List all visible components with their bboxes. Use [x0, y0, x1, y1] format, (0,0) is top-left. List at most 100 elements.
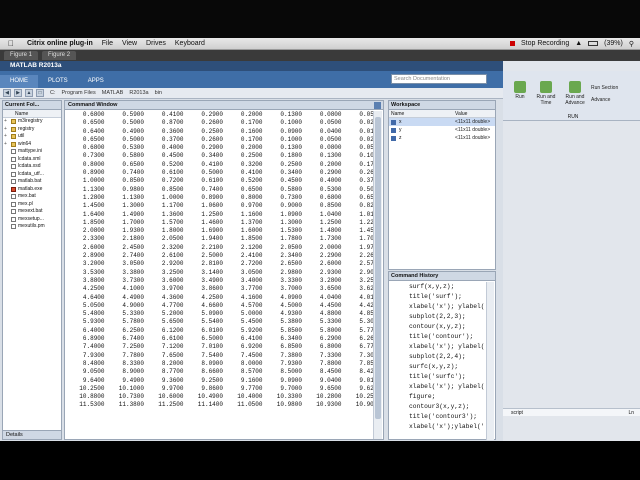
history-entry[interactable]: surfc(x,y,z);: [389, 362, 487, 372]
menu-drives[interactable]: Drives: [146, 40, 166, 47]
expand-icon[interactable]: +: [3, 133, 8, 141]
output-value: 3.8600: [201, 285, 223, 293]
menu-app-name[interactable]: Citrix online plug-in: [27, 40, 93, 47]
output-value: 6.2900: [319, 335, 342, 343]
variable-value: <11x11 double>: [455, 127, 491, 133]
output-value: 0.2000: [240, 144, 263, 152]
breadcrumb-drive[interactable]: C:: [50, 90, 56, 96]
search-documentation-input[interactable]: Search Documentation: [391, 74, 487, 84]
top-background: [0, 0, 640, 38]
command-window-output[interactable]: 0.6800 0.5900 0.4100 0.2900 0.2000 0.1300 0.08…: [65, 111, 373, 439]
file-item[interactable]: mex.pl: [3, 201, 61, 209]
tab-figure-2[interactable]: Figure 2: [42, 51, 77, 60]
output-value: 10.4900: [197, 393, 223, 401]
history-entry[interactable]: figure;: [389, 392, 487, 402]
breadcrumb-program-files[interactable]: Program Files: [62, 90, 96, 96]
output-value: 11.5300: [79, 401, 105, 409]
history-entry[interactable]: xlabel('x'); ylabel(': [389, 302, 487, 312]
tab-apps[interactable]: APPS: [78, 75, 114, 88]
file-item[interactable]: + util: [3, 133, 61, 141]
output-row: 7.4000 7.2500 7.1200 7.0100 6.9200 6.8500 6.80…: [65, 343, 373, 351]
output-value: 8.2000: [161, 359, 184, 367]
output-value: 5.4800: [82, 310, 105, 318]
file-item[interactable]: lcdata.xml: [3, 156, 61, 164]
menu-keyboard[interactable]: Keyboard: [175, 40, 205, 47]
expand-icon[interactable]: +: [3, 118, 8, 126]
output-value: 1.2500: [319, 218, 342, 226]
workspace-name-header[interactable]: Name: [389, 110, 455, 117]
breadcrumb-matlab[interactable]: MATLAB: [102, 90, 124, 96]
run-time-icon: [540, 81, 552, 93]
details-bar[interactable]: Details: [2, 430, 62, 440]
run-button[interactable]: Run: [509, 81, 531, 100]
run-and-time-button[interactable]: Run and Time: [533, 81, 559, 106]
breadcrumb-bin[interactable]: bin: [155, 90, 162, 96]
run-and-time-label: Run and Time: [536, 94, 556, 106]
up-folder-icon[interactable]: ▲: [25, 89, 33, 97]
menu-view[interactable]: View: [122, 40, 137, 47]
output-value: 3.2000: [82, 260, 105, 268]
history-entry[interactable]: title('surf');: [389, 292, 487, 302]
workspace-variable-row[interactable]: z <11x11 double>: [389, 134, 495, 142]
scroll-thumb[interactable]: [375, 117, 381, 419]
apple-icon[interactable]: : [8, 39, 18, 48]
history-entry[interactable]: surf(x,y,z);: [389, 282, 487, 292]
tab-figure-1[interactable]: Figure 1: [4, 51, 39, 60]
workspace-title: Workspace: [389, 101, 495, 110]
history-entry[interactable]: contour3(x,y,z);: [389, 402, 487, 412]
history-entry[interactable]: xlabel('x'); ylabel(: [389, 342, 487, 352]
tab-home[interactable]: HOME: [0, 75, 38, 88]
output-value: 1.6000: [240, 227, 263, 235]
file-item[interactable]: mex.bat: [3, 193, 61, 201]
file-item[interactable]: mexsetup...: [3, 216, 61, 224]
file-item[interactable]: + m3iregistry: [3, 118, 61, 126]
history-entry[interactable]: subplot(2,2,4);: [389, 352, 487, 362]
command-history-scrollbar[interactable]: [486, 282, 494, 440]
expand-icon[interactable]: +: [3, 141, 8, 149]
advance-button[interactable]: Advance: [591, 97, 637, 103]
output-value: 7.8500: [359, 359, 373, 367]
file-item[interactable]: matlab.exe: [3, 186, 61, 194]
history-entry[interactable]: title('contour');: [389, 332, 487, 342]
file-item[interactable]: lcdata_utf...: [3, 171, 61, 179]
history-entry[interactable]: title('contour3');: [389, 412, 487, 422]
command-window-scrollbar[interactable]: [373, 111, 382, 439]
history-entry[interactable]: title('surfc');: [389, 372, 487, 382]
history-entry[interactable]: xlabel('x');ylabel(': [389, 422, 487, 432]
workspace-variable-row[interactable]: y <11x11 double>: [389, 126, 495, 134]
file-item[interactable]: + win64: [3, 141, 61, 149]
output-value: 3.6000: [161, 276, 184, 284]
history-entry[interactable]: xlabel('x'); ylabel(: [389, 382, 487, 392]
name-column-header[interactable]: Name: [3, 110, 61, 118]
forward-icon[interactable]: ▶: [14, 89, 22, 97]
workspace-value-header[interactable]: Value: [455, 110, 467, 117]
output-value: 0.1300: [280, 111, 302, 118]
output-value: 3.1400: [201, 268, 223, 276]
file-item[interactable]: mexext.bat: [3, 208, 61, 216]
output-value: 0.5300: [122, 144, 144, 152]
file-item[interactable]: mexutils.pm: [3, 223, 61, 231]
stop-recording-button[interactable]: Stop Recording: [521, 40, 569, 47]
output-value: 5.0900: [201, 310, 223, 318]
output-value: 1.2500: [201, 210, 223, 218]
run-and-advance-button[interactable]: Run and Advance: [561, 81, 589, 106]
output-value: 4.1000: [122, 285, 144, 293]
history-entry[interactable]: subplot(2,2,3);: [389, 312, 487, 322]
file-item[interactable]: matlab.bat: [3, 178, 61, 186]
back-icon[interactable]: ◀: [3, 89, 11, 97]
file-name: m3iregistry: [18, 118, 43, 124]
expand-icon[interactable]: +: [3, 126, 8, 134]
panel-menu-icon[interactable]: [374, 102, 381, 109]
run-section-button[interactable]: Run Section: [591, 85, 637, 91]
search-icon[interactable]: ⚲: [629, 40, 634, 48]
menu-file[interactable]: File: [102, 40, 113, 47]
tab-plots[interactable]: PLOTS: [38, 75, 78, 88]
file-item[interactable]: lcdata.xsd: [3, 163, 61, 171]
breadcrumb-r2013a[interactable]: R2013a: [129, 90, 148, 96]
file-item[interactable]: mattype.ini: [3, 148, 61, 156]
output-value: 3.6200: [359, 285, 373, 293]
history-entry[interactable]: contour(x,y,z);: [389, 322, 487, 332]
file-item[interactable]: + registry: [3, 126, 61, 134]
workspace-variable-row[interactable]: x <11x11 double>: [389, 118, 495, 126]
browse-folder-icon[interactable]: □: [36, 89, 44, 97]
